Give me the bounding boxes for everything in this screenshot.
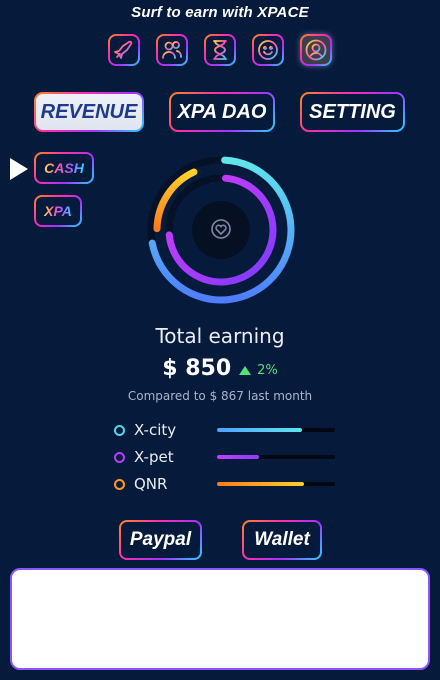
legend-row-qnr: QNR	[114, 474, 167, 494]
total-earning-label: Total earning	[155, 324, 285, 348]
nav-smile-button[interactable]	[252, 34, 284, 66]
change-badge: 2%	[239, 363, 278, 378]
paypal-button[interactable]: Paypal	[119, 520, 202, 560]
progress-fill-qnr	[217, 482, 305, 486]
tab-setting[interactable]: SETTING	[300, 92, 405, 132]
amount-row: $ 850 2%	[0, 356, 440, 381]
currency-cash-label: CASH	[44, 160, 84, 176]
tagline: Surf to earn with XPACE	[131, 4, 309, 21]
nav-hourglass-button[interactable]	[204, 34, 236, 66]
rocket-icon	[114, 40, 133, 59]
progress-track-qnr	[217, 482, 335, 486]
hourglass-icon	[213, 40, 227, 60]
ring-center	[192, 201, 250, 259]
earning-ring-chart	[147, 156, 295, 304]
currency-xpa-label: XPA	[44, 203, 72, 219]
legend-dot-x-city	[114, 424, 125, 436]
total-amount: $ 850	[162, 356, 232, 381]
nav-users-button[interactable]	[156, 34, 188, 66]
tab-revenue[interactable]: REVENUE	[34, 92, 144, 132]
content-panel	[10, 568, 430, 670]
selected-pointer-icon	[10, 158, 28, 180]
up-arrow-icon	[239, 366, 252, 375]
progress-track-x-city	[217, 428, 335, 432]
progress-fill-x-pet	[217, 455, 260, 459]
smile-icon	[258, 40, 278, 60]
progress-fill-x-city	[217, 428, 302, 432]
currency-xpa-button[interactable]: XPA	[34, 195, 82, 227]
nav-profile-button[interactable]	[300, 34, 332, 66]
tab-xpa-dao[interactable]: XPA DAO	[169, 92, 275, 132]
legend-row-x-pet: X-pet	[114, 447, 174, 467]
legend-dot-x-pet	[114, 451, 125, 463]
comparison-text: Compared to $ 867 last month	[127, 389, 313, 403]
progress-track-x-pet	[217, 455, 335, 459]
change-value: 2%	[257, 363, 278, 378]
profile-icon	[305, 39, 327, 61]
wallet-button[interactable]: Wallet	[242, 520, 322, 560]
legend-label: QNR	[134, 475, 168, 493]
legend-label: X-city	[134, 421, 177, 439]
legend-dot-qnr	[114, 478, 125, 490]
legend-row-x-city: X-city	[114, 420, 176, 440]
legend-label: X-pet	[134, 448, 174, 466]
users-icon	[162, 41, 182, 59]
nav-rocket-button[interactable]	[108, 34, 140, 66]
currency-cash-button[interactable]: CASH	[34, 152, 94, 184]
